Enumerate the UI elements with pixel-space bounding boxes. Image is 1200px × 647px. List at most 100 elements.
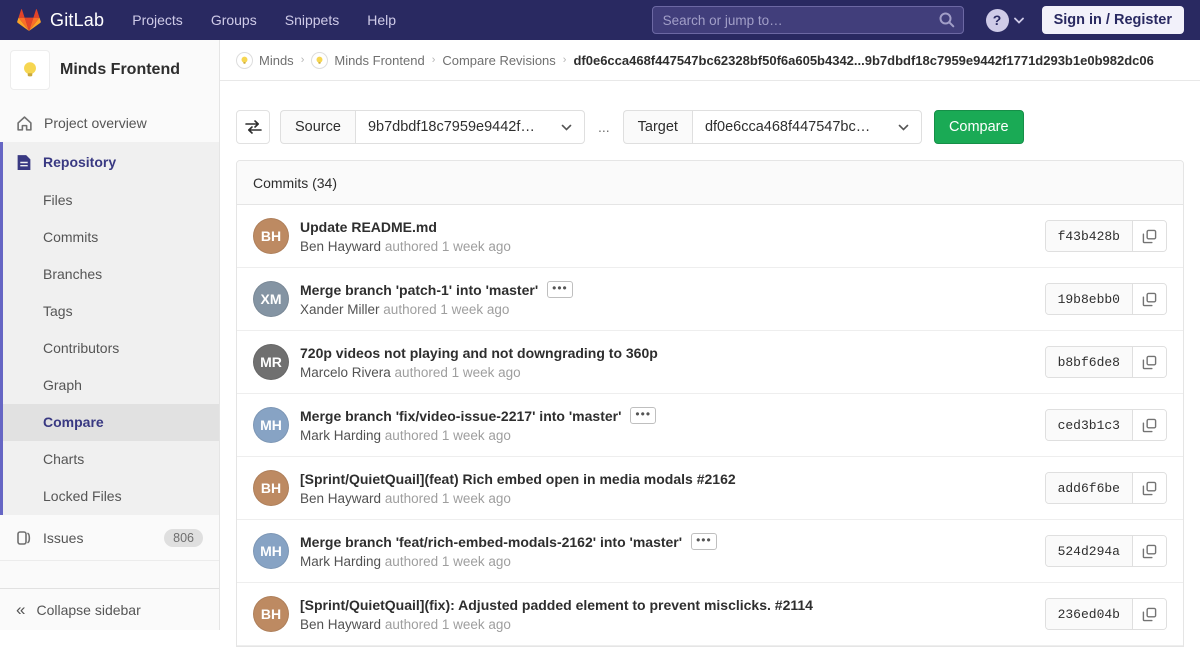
collapse-sidebar-label: Collapse sidebar [36, 602, 140, 618]
sidebar-item-repository[interactable]: Repository [0, 142, 219, 182]
sidebar-item-issues[interactable]: Issues 806 [0, 515, 219, 561]
global-search [652, 6, 964, 34]
copy-sha-button[interactable] [1132, 221, 1166, 251]
sidebar-item-contributors[interactable]: Contributors [0, 330, 219, 367]
sidebar-item-graph[interactable]: Graph [0, 367, 219, 404]
author-avatar[interactable]: BH [253, 218, 289, 254]
author-avatar[interactable]: BH [253, 596, 289, 632]
commit-authored-time: authored 1 week ago [385, 428, 511, 443]
gitlab-wordmark: GitLab [50, 10, 104, 31]
commit-sha-link[interactable]: b8bf6de8 [1046, 347, 1132, 377]
author-avatar[interactable]: XM [253, 281, 289, 317]
copy-icon [1142, 292, 1157, 307]
copy-sha-button[interactable] [1132, 473, 1166, 503]
commit-title-link[interactable]: Merge branch 'fix/video-issue-2217' into… [300, 408, 621, 424]
copy-sha-button[interactable] [1132, 284, 1166, 314]
commit-meta: Xander Miller authored 1 week ago [300, 302, 1033, 317]
copy-sha-button[interactable] [1132, 536, 1166, 566]
commit-author-link[interactable]: Xander Miller [300, 302, 380, 317]
commit-authored-time: authored 1 week ago [383, 302, 509, 317]
copy-sha-button[interactable] [1132, 410, 1166, 440]
help-dropdown[interactable]: ? [986, 9, 1024, 32]
commit-sha-link[interactable]: f43b428b [1046, 221, 1132, 251]
toggle-commit-description-button[interactable]: ••• [547, 281, 573, 298]
sidebar-item-commits[interactable]: Commits [0, 219, 219, 256]
nav-link-projects[interactable]: Projects [132, 12, 183, 28]
target-revision-value: df0e6cca468f447547bc… [705, 119, 870, 135]
commit-info: Merge branch 'feat/rich-embed-modals-216… [300, 533, 1033, 569]
commit-author-link[interactable]: Mark Harding [300, 554, 381, 569]
gitlab-home-link[interactable]: GitLab [16, 8, 104, 33]
breadcrumb: Minds › Minds Frontend › Compare Revisio… [220, 40, 1200, 81]
copy-icon [1142, 544, 1157, 559]
source-revision-dropdown[interactable]: 9b7dbdf18c7959e9442f… [355, 110, 585, 144]
commit-sha-link[interactable]: 524d294a [1046, 536, 1132, 566]
search-input[interactable] [652, 6, 964, 34]
sidebar-item-project-overview[interactable]: Project overview [0, 104, 219, 142]
sidebar-item-compare[interactable]: Compare [0, 404, 219, 441]
sidebar-item-branches[interactable]: Branches [0, 256, 219, 293]
author-avatar[interactable]: BH [253, 470, 289, 506]
copy-sha-button[interactable] [1132, 347, 1166, 377]
commit-sha-link[interactable]: 236ed04b [1046, 599, 1132, 629]
main-content: Minds › Minds Frontend › Compare Revisio… [220, 40, 1200, 630]
search-icon [938, 11, 956, 29]
lightbulb-icon [314, 55, 325, 66]
commit-author-link[interactable]: Ben Hayward [300, 491, 381, 506]
commit-title-link[interactable]: Merge branch 'feat/rich-embed-modals-216… [300, 534, 682, 550]
commit-sha-link[interactable]: 19b8ebb0 [1046, 284, 1132, 314]
issues-icon [16, 530, 32, 546]
breadcrumb-item-minds[interactable]: Minds [236, 52, 294, 69]
commit-authored-time: authored 1 week ago [385, 617, 511, 632]
collapse-sidebar-button[interactable]: « Collapse sidebar [0, 588, 219, 630]
sidebar-item-label: Project overview [44, 115, 147, 131]
commit-title-link[interactable]: Merge branch 'patch-1' into 'master' [300, 282, 538, 298]
commit-meta: Ben Hayward authored 1 week ago [300, 239, 1033, 254]
sidebar-item-label: Issues [43, 530, 83, 546]
commit-title-link[interactable]: [Sprint/QuietQuail](feat) Rich embed ope… [300, 471, 736, 487]
sidebar-item-files[interactable]: Files [0, 182, 219, 219]
commit-title-link[interactable]: Update README.md [300, 219, 437, 235]
author-avatar[interactable]: MR [253, 344, 289, 380]
commit-title-link[interactable]: 720p videos not playing and not downgrad… [300, 345, 658, 361]
author-avatar[interactable]: MH [253, 533, 289, 569]
target-revision-dropdown[interactable]: df0e6cca468f447547bc… [692, 110, 922, 144]
breadcrumb-label: Minds [259, 53, 294, 68]
commit-authored-time: authored 1 week ago [395, 365, 521, 380]
main-nav-links: Projects Groups Snippets Help [132, 12, 424, 28]
commit-sha-group: 236ed04b [1045, 598, 1167, 630]
commit-author-link[interactable]: Mark Harding [300, 428, 381, 443]
project-avatar [10, 50, 50, 90]
breadcrumb-item-minds-frontend[interactable]: Minds Frontend [311, 52, 424, 69]
toggle-commit-description-button[interactable]: ••• [630, 407, 656, 424]
author-avatar[interactable]: MH [253, 407, 289, 443]
compare-button[interactable]: Compare [934, 110, 1024, 144]
commit-row: MH Merge branch 'fix/video-issue-2217' i… [237, 394, 1183, 457]
nav-link-help[interactable]: Help [367, 12, 396, 28]
commit-row: BH Update README.md Ben Hayward authored… [237, 205, 1183, 268]
swap-revisions-button[interactable] [236, 110, 270, 144]
commit-author-link[interactable]: Ben Hayward [300, 617, 381, 632]
commit-sha-group: f43b428b [1045, 220, 1167, 252]
breadcrumb-item-compare-revisions[interactable]: Compare Revisions [442, 53, 555, 68]
nav-link-snippets[interactable]: Snippets [285, 12, 339, 28]
compare-revisions-form: Source 9b7dbdf18c7959e9442f… ... Target … [220, 81, 1200, 160]
chevron-down-icon [1014, 17, 1024, 24]
commit-title-link[interactable]: [Sprint/QuietQuail](fix): Adjusted padde… [300, 597, 813, 613]
sign-in-register-button[interactable]: Sign in / Register [1042, 6, 1184, 34]
copy-sha-button[interactable] [1132, 599, 1166, 629]
commit-sha-group: b8bf6de8 [1045, 346, 1167, 378]
toggle-commit-description-button[interactable]: ••• [691, 533, 717, 550]
commit-sha-group: add6f6be [1045, 472, 1167, 504]
commit-sha-link[interactable]: add6f6be [1046, 473, 1132, 503]
commit-author-link[interactable]: Ben Hayward [300, 239, 381, 254]
chevron-down-icon [561, 124, 572, 131]
sidebar-item-charts[interactable]: Charts [0, 441, 219, 478]
commit-sha-link[interactable]: ced3b1c3 [1046, 410, 1132, 440]
sidebar-item-tags[interactable]: Tags [0, 293, 219, 330]
copy-icon [1142, 607, 1157, 622]
project-context-header[interactable]: Minds Frontend [0, 40, 219, 104]
sidebar-item-locked-files[interactable]: Locked Files [0, 478, 219, 515]
commit-author-link[interactable]: Marcelo Rivera [300, 365, 391, 380]
nav-link-groups[interactable]: Groups [211, 12, 257, 28]
